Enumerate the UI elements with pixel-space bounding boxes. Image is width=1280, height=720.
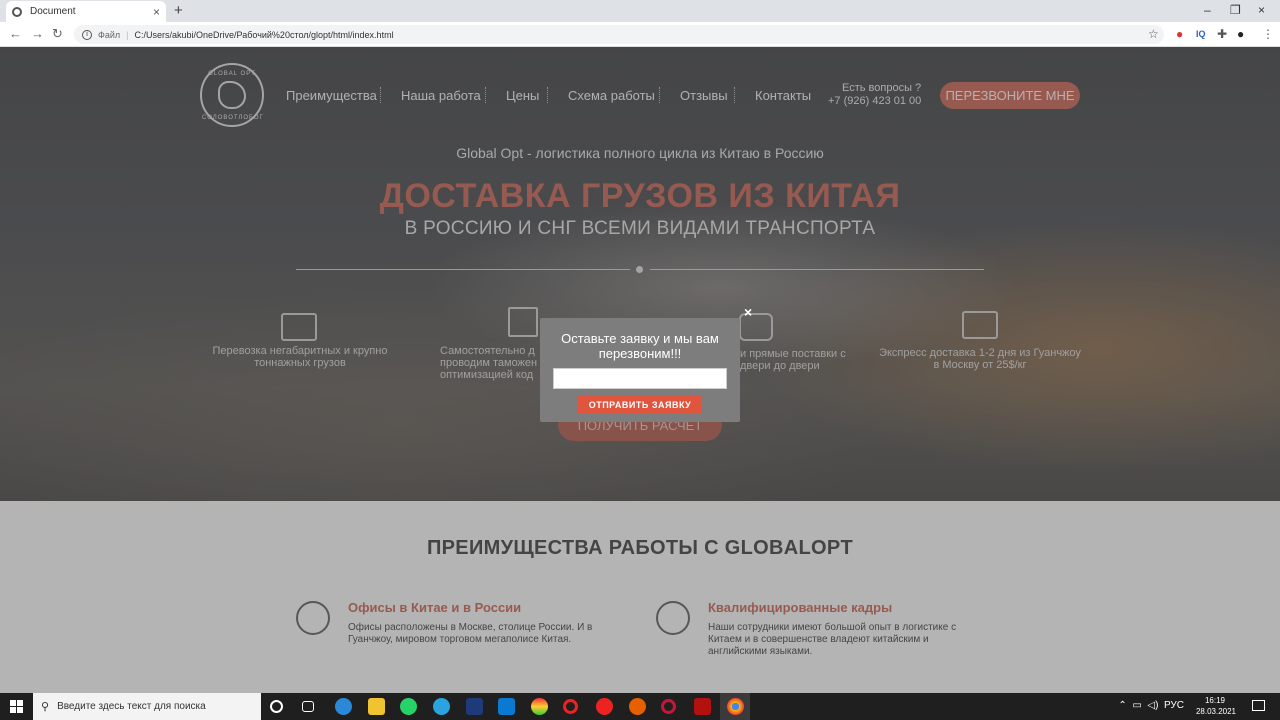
taskbar-search-placeholder: Введите здесь текст для поиска bbox=[57, 701, 206, 712]
window-close-button[interactable]: × bbox=[1258, 3, 1265, 17]
profile-avatar-icon[interactable]: ● bbox=[1237, 27, 1244, 41]
windows-taskbar: ⚲ Введите здесь текст для поиска ⌃ ▭ ◁) … bbox=[0, 693, 1280, 720]
opera-icon[interactable] bbox=[563, 699, 578, 714]
web-page: GLOBAL OPT СОЛОВОТЛОБОГ Преимущества Наш… bbox=[0, 47, 1280, 693]
search-icon: ⚲ bbox=[41, 701, 50, 713]
opera-gx-icon[interactable] bbox=[661, 699, 676, 714]
notifications-icon[interactable] bbox=[1252, 700, 1265, 711]
task-view-icon[interactable] bbox=[302, 701, 314, 712]
callback-modal: Оставьте заявку и мы вам перезвоним!!! О… bbox=[540, 318, 740, 422]
edge-icon[interactable] bbox=[335, 698, 352, 715]
language-indicator[interactable]: РУС bbox=[1164, 700, 1184, 711]
taskbar-search[interactable]: ⚲ Введите здесь текст для поиска bbox=[33, 693, 261, 720]
browser-menu-icon[interactable]: ⋮ bbox=[1262, 27, 1274, 41]
clock-date: 28.03.2021 bbox=[1195, 707, 1237, 716]
address-bar[interactable]: i Файл | C:/Users/akubi/OneDrive/Рабочий… bbox=[74, 25, 1164, 44]
extensions-puzzle-icon[interactable]: ✚ bbox=[1217, 27, 1227, 41]
file-explorer-icon[interactable] bbox=[368, 698, 385, 715]
bookmark-star-icon[interactable]: ☆ bbox=[1148, 27, 1159, 41]
modal-title: Оставьте заявку и мы вам перезвоним!!! bbox=[540, 331, 740, 361]
powershell-icon[interactable] bbox=[466, 698, 483, 715]
restore-button[interactable]: ❐ bbox=[1230, 3, 1241, 17]
tab-title: Document bbox=[30, 6, 76, 17]
volume-icon[interactable]: ◁) bbox=[1147, 700, 1158, 711]
chrome-icon[interactable] bbox=[727, 698, 744, 715]
address-scheme-label: Файл bbox=[98, 29, 121, 40]
whatsapp-icon[interactable] bbox=[400, 698, 417, 715]
browser-tab-bar: Document × + – ❐ × bbox=[0, 0, 1280, 22]
firefox-icon[interactable] bbox=[629, 698, 646, 715]
modal-close-icon[interactable]: × bbox=[744, 305, 758, 319]
reload-icon[interactable]: ↻ bbox=[52, 26, 63, 42]
app-rainbow-icon[interactable] bbox=[531, 698, 548, 715]
filezilla-icon[interactable] bbox=[694, 698, 711, 715]
tab-close-icon[interactable]: × bbox=[153, 5, 160, 19]
browser-tab[interactable]: Document × bbox=[6, 1, 166, 22]
tray-chevron-icon[interactable]: ⌃ bbox=[1118, 700, 1126, 711]
windows-start-icon[interactable] bbox=[10, 700, 23, 713]
address-url[interactable]: C:/Users/akubi/OneDrive/Рабочий%20стол/g… bbox=[134, 30, 393, 40]
vscode-icon[interactable] bbox=[498, 698, 515, 715]
cortana-icon[interactable] bbox=[270, 700, 283, 713]
extension-iq-icon[interactable]: IQ bbox=[1196, 29, 1206, 39]
telegram-icon[interactable] bbox=[433, 698, 450, 715]
clock-time: 16:19 bbox=[1204, 696, 1226, 705]
browser-toolbar: ← → ↻ i Файл | C:/Users/akubi/OneDrive/Р… bbox=[0, 22, 1280, 47]
minimize-button[interactable]: – bbox=[1204, 3, 1211, 17]
extension-pin-icon[interactable]: ● bbox=[1176, 27, 1183, 41]
taskbar-clock[interactable]: 16:19 28.03.2021 bbox=[1196, 695, 1236, 717]
system-tray: ⌃ ▭ ◁) РУС bbox=[1118, 700, 1184, 711]
submit-request-button[interactable]: ОТПРАВИТЬ ЗАЯВКУ bbox=[578, 396, 702, 413]
forward-icon[interactable]: → bbox=[31, 26, 44, 41]
new-tab-button[interactable]: + bbox=[174, 2, 183, 19]
yandex-browser-icon[interactable] bbox=[596, 698, 613, 715]
globe-icon bbox=[12, 6, 22, 17]
modal-title-line: Оставьте заявку и мы вам bbox=[561, 331, 719, 346]
back-icon[interactable]: ← bbox=[9, 26, 22, 41]
address-separator: | bbox=[126, 29, 129, 40]
network-icon[interactable]: ▭ bbox=[1132, 700, 1141, 711]
phone-input[interactable] bbox=[553, 368, 727, 389]
info-icon[interactable]: i bbox=[82, 29, 92, 40]
modal-title-line: перезвоним!!! bbox=[598, 346, 682, 361]
